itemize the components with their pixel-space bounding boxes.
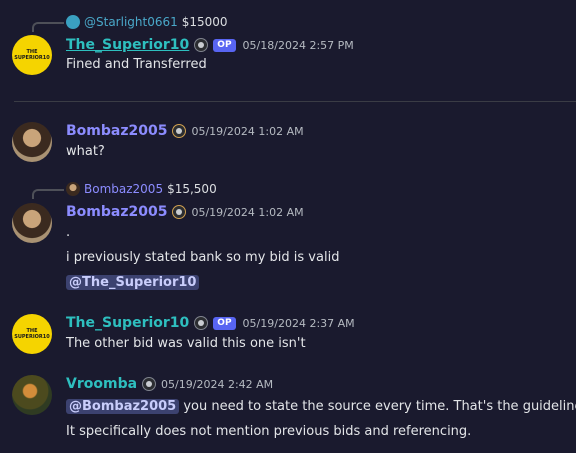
divider [14,101,576,102]
reply-text: $15000 [181,15,228,29]
rank-badge-icon [142,377,157,391]
message-text: @Bombaz2005 you need to state the source… [66,399,576,414]
timestamp: 05/19/2024 1:02 AM [191,205,304,219]
reply-preview[interactable]: Bombaz2005 $15,500 [66,182,217,196]
message-header: Vroomba 05/19/2024 2:42 AM [66,376,273,392]
avatar-logo-text: THE SUPERIOR10 [14,328,50,340]
reply-preview[interactable]: @Starlight0661 $15000 [66,15,228,29]
user-mention[interactable]: @Bombaz2005 [66,399,180,414]
reply-connector [32,189,64,199]
rank-badge-icon [194,316,209,330]
avatar[interactable] [12,122,52,162]
timestamp: 05/19/2024 2:37 AM [242,316,355,330]
message-text: @The_Superior10 [66,275,200,290]
rank-badge-icon [172,205,187,219]
timestamp: 05/19/2024 2:42 AM [161,377,274,391]
message-text-continuation: you need to state the source every time.… [179,399,576,414]
op-badge: OP [213,38,236,52]
timestamp: 05/19/2024 1:02 AM [191,124,304,138]
reply-connector [32,22,64,32]
avatar-logo-text: THE SUPERIOR10 [14,49,50,61]
reply-author[interactable]: @Starlight0661 [84,15,178,29]
message-header: Bombaz2005 05/19/2024 1:02 AM [66,204,304,220]
message-header: The_Superior10 OP 05/19/2024 2:37 AM [66,315,355,331]
author-name[interactable]: Bombaz2005 [66,204,167,220]
avatar[interactable] [12,375,52,415]
message-header: The_Superior10 OP 05/18/2024 2:57 PM [66,37,354,53]
author-name[interactable]: The_Superior10 [66,315,189,331]
avatar[interactable]: THE SUPERIOR10 [12,314,52,354]
author-name[interactable]: Bombaz2005 [66,123,167,139]
op-badge: OP [213,316,236,330]
user-mention[interactable]: @The_Superior10 [66,275,200,290]
reply-text: $15,500 [167,182,217,196]
author-name[interactable]: Vroomba [66,376,137,392]
message-text: . [66,225,71,240]
message-header: Bombaz2005 05/19/2024 1:02 AM [66,123,304,139]
rank-badge-icon [194,38,209,52]
message-text: It specifically does not mention previou… [66,424,472,439]
reply-avatar [66,182,80,196]
avatar[interactable] [12,203,52,243]
message-text: what? [66,144,105,159]
avatar[interactable]: THE SUPERIOR10 [12,35,52,75]
author-name[interactable]: The_Superior10 [66,37,189,53]
reply-author[interactable]: Bombaz2005 [84,182,163,196]
globe-icon [66,15,80,29]
rank-badge-icon [172,124,187,138]
timestamp: 05/18/2024 2:57 PM [242,38,354,52]
message-text: The other bid was valid this one isn't [66,336,306,351]
message-text: Fined and Transferred [66,57,207,72]
message-text: i previously stated bank so my bid is va… [66,250,340,265]
